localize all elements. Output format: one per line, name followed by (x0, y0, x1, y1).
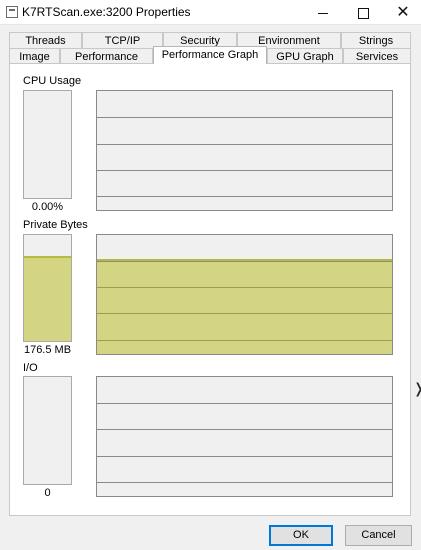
private-bytes-meter-fill (24, 256, 71, 341)
tab-gpu-graph[interactable]: GPU Graph (267, 48, 343, 64)
cpu-usage-label: CPU Usage (23, 75, 82, 87)
io-graph (96, 376, 393, 497)
graph-grid-line (97, 261, 392, 262)
resize-cursor-icon: ❭ (413, 380, 421, 397)
graph-grid-line (97, 144, 392, 145)
private-bytes-graph-fill (97, 258, 392, 354)
tab-image[interactable]: Image (9, 48, 60, 64)
cpu-usage-graph (96, 90, 393, 211)
cpu-usage-meter (23, 90, 72, 199)
io-label: I/O (23, 362, 38, 374)
minimize-icon (318, 12, 328, 14)
tab-services[interactable]: Services (343, 48, 411, 64)
tab-performance-graph[interactable]: Performance Graph (153, 46, 267, 64)
graph-grid-line (97, 312, 392, 314)
graph-grid-line (97, 117, 392, 118)
window-title: K7RTScan.exe:3200 Properties (22, 5, 191, 19)
graph-grid-line (97, 196, 392, 197)
tab-strings[interactable]: Strings (341, 32, 411, 48)
private-bytes-meter (23, 234, 72, 342)
tab-tcpip[interactable]: TCP/IP (82, 32, 163, 48)
graph-grid-line (97, 482, 392, 483)
graph-grid-line (97, 170, 392, 171)
graph-grid-line (97, 429, 392, 430)
tab-performance[interactable]: Performance (60, 48, 153, 64)
graph-grid-line (97, 339, 392, 341)
private-bytes-graph (96, 234, 393, 355)
io-meter (23, 376, 72, 485)
private-bytes-label: Private Bytes (23, 219, 88, 231)
io-value: 0 (44, 487, 51, 499)
graph-grid-line (97, 456, 392, 457)
ok-button[interactable]: OK (269, 525, 333, 546)
tab-threads[interactable]: Threads (9, 32, 82, 48)
close-icon: ✕ (396, 4, 410, 21)
title-bar: K7RTScan.exe:3200 Properties ✕ (0, 0, 421, 25)
minimize-button[interactable] (301, 0, 345, 24)
graph-grid-line (97, 286, 392, 288)
private-bytes-value: 176.5 MB (23, 344, 72, 356)
cancel-button[interactable]: Cancel (345, 525, 412, 546)
close-button[interactable]: ✕ (381, 0, 421, 24)
maximize-icon (357, 7, 369, 19)
cpu-usage-value: 0.00% (31, 201, 64, 213)
maximize-button[interactable] (341, 0, 385, 24)
window-icon (6, 6, 18, 18)
graph-grid-line (97, 403, 392, 404)
